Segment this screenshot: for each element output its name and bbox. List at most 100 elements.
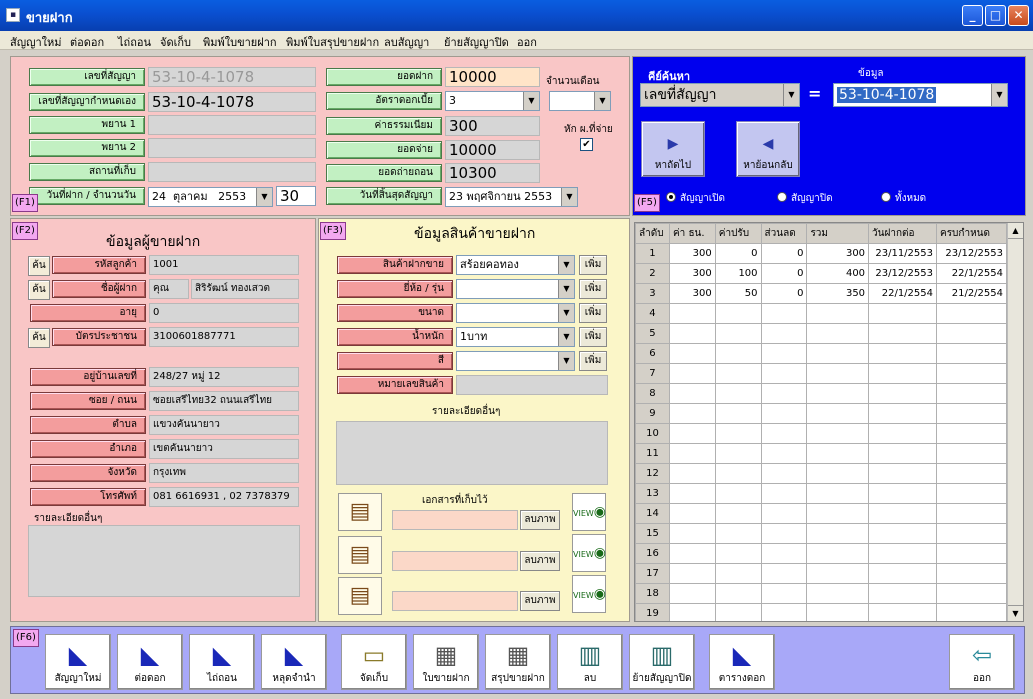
- table-cell[interactable]: [806, 503, 870, 524]
- table-cell[interactable]: [668, 583, 716, 604]
- table-cell[interactable]: [868, 463, 937, 484]
- new-contract-button[interactable]: ◣ สัญญาใหม่: [45, 634, 111, 690]
- table-cell[interactable]: [806, 463, 870, 484]
- table-cell[interactable]: [760, 303, 808, 324]
- search-value-combo[interactable]: 53-10-4-1078 ▼: [833, 83, 1008, 107]
- table-cell[interactable]: [806, 343, 870, 364]
- table-cell[interactable]: [936, 563, 1007, 584]
- menu-renew[interactable]: ต่อดอก: [70, 33, 104, 51]
- delete-image1-button[interactable]: ลบภาพ: [520, 510, 560, 530]
- storage-location-field[interactable]: [148, 162, 316, 182]
- table-cell[interactable]: 23/11/2553: [868, 243, 937, 264]
- filter-all-radio[interactable]: ทั้งหมด: [881, 191, 926, 206]
- table-cell[interactable]: [714, 443, 762, 464]
- table-cell[interactable]: 0: [714, 243, 762, 264]
- search-customer-code-button[interactable]: ค้น: [28, 256, 50, 276]
- table-cell[interactable]: [806, 303, 870, 324]
- chevron-down-icon[interactable]: ▼: [594, 92, 610, 110]
- table-cell[interactable]: 22/1/2554: [936, 263, 1007, 284]
- table-cell[interactable]: [868, 443, 937, 464]
- table-cell[interactable]: 300: [668, 243, 716, 264]
- table-row[interactable]: 18: [635, 583, 1007, 604]
- print-receipt-button[interactable]: ▦ ใบขายฝาก: [413, 634, 479, 690]
- table-cell[interactable]: 0: [760, 283, 808, 304]
- product-other-textarea[interactable]: [336, 421, 608, 485]
- payment-grid[interactable]: ลำดับ ค่า ธน. ค่าปรับ ส่วนลด รวม วันฝากต่อ ครบ…: [634, 222, 1024, 622]
- table-cell[interactable]: [868, 403, 937, 424]
- row-number-cell[interactable]: 15: [635, 523, 670, 544]
- menu-delete-contract[interactable]: ลบสัญญา: [384, 33, 429, 51]
- search-field-combo[interactable]: เลขที่สัญญา ▼: [640, 83, 800, 107]
- grid-scrollbar[interactable]: ▲ ▼: [1007, 223, 1023, 621]
- minimize-button[interactable]: _: [962, 5, 983, 26]
- serial-field[interactable]: [456, 375, 608, 395]
- table-row[interactable]: 5: [635, 323, 1007, 344]
- chevron-down-icon[interactable]: ▼: [558, 256, 574, 274]
- table-cell[interactable]: [714, 363, 762, 384]
- table-cell[interactable]: [668, 423, 716, 444]
- menu-new-contract[interactable]: สัญญาใหม่: [10, 33, 62, 51]
- table-cell[interactable]: [936, 603, 1007, 621]
- search-id-card-button[interactable]: ค้น: [28, 328, 50, 348]
- table-cell[interactable]: [936, 383, 1007, 404]
- table-cell[interactable]: 0: [760, 243, 808, 264]
- redeem-amount-field[interactable]: 10300: [445, 163, 540, 183]
- table-cell[interactable]: [936, 303, 1007, 324]
- table-cell[interactable]: [806, 423, 870, 444]
- deposit-date-combo[interactable]: 24 ตุลาคม 2553 ▼: [148, 187, 273, 207]
- table-cell[interactable]: 23/12/2553: [868, 263, 937, 284]
- table-cell[interactable]: [760, 383, 808, 404]
- table-cell[interactable]: 300: [806, 243, 870, 264]
- table-cell[interactable]: [714, 603, 762, 621]
- menu-print-summary[interactable]: พิมพ์ใบสรุปขายฝาก: [286, 33, 379, 51]
- scroll-down-icon[interactable]: ▼: [1008, 605, 1023, 621]
- table-cell[interactable]: [714, 563, 762, 584]
- deposit-field[interactable]: 10000: [445, 67, 540, 87]
- table-cell[interactable]: [868, 383, 937, 404]
- row-number-cell[interactable]: 5: [635, 323, 670, 344]
- redeem-button[interactable]: ◣ ไถ่ถอน: [189, 634, 255, 690]
- table-cell[interactable]: [760, 523, 808, 544]
- table-cell[interactable]: [936, 323, 1007, 344]
- scroll-up-icon[interactable]: ▲: [1008, 223, 1023, 239]
- view-eye-icon[interactable]: VIEW◉: [572, 534, 606, 572]
- table-row[interactable]: 15: [635, 523, 1007, 544]
- grid-header-cell[interactable]: ส่วนลด: [760, 223, 808, 244]
- witness1-field[interactable]: [148, 115, 316, 135]
- table-cell[interactable]: [760, 483, 808, 504]
- add-item-button[interactable]: เพิ่ม: [579, 255, 607, 275]
- table-cell[interactable]: [868, 343, 937, 364]
- delete-button[interactable]: ▥ ลบ: [557, 634, 623, 690]
- table-cell[interactable]: 350: [806, 283, 870, 304]
- table-cell[interactable]: [714, 323, 762, 344]
- table-cell[interactable]: [868, 423, 937, 444]
- menu-exit[interactable]: ออก: [517, 33, 537, 51]
- move-closed-button[interactable]: ▥ ย้ายสัญญาปิด: [629, 634, 695, 690]
- name-prefix-field[interactable]: คุณ: [149, 279, 189, 299]
- table-cell[interactable]: [806, 443, 870, 464]
- table-cell[interactable]: 300: [668, 283, 716, 304]
- table-cell[interactable]: 23/12/2553: [936, 243, 1007, 264]
- folder-icon[interactable]: ▤: [338, 493, 382, 531]
- row-number-cell[interactable]: 7: [635, 363, 670, 384]
- row-number-cell[interactable]: 8: [635, 383, 670, 404]
- filter-closed-radio[interactable]: สัญญาปิด: [777, 191, 833, 206]
- deduct-checkbox[interactable]: ✔: [580, 138, 593, 151]
- view-eye-icon[interactable]: VIEW◉: [572, 575, 606, 613]
- row-number-cell[interactable]: 12: [635, 463, 670, 484]
- grid-header-cell[interactable]: รวม: [806, 223, 870, 244]
- row-number-cell[interactable]: 9: [635, 403, 670, 424]
- table-cell[interactable]: [936, 443, 1007, 464]
- row-number-cell[interactable]: 4: [635, 303, 670, 324]
- row-number-cell[interactable]: 13: [635, 483, 670, 504]
- table-cell[interactable]: [868, 483, 937, 504]
- menu-redeem[interactable]: ไถ่ถอน: [118, 33, 151, 51]
- view-eye-icon[interactable]: VIEW◉: [572, 493, 606, 531]
- chevron-down-icon[interactable]: ▼: [991, 84, 1007, 106]
- table-cell[interactable]: [668, 303, 716, 324]
- table-cell[interactable]: 100: [714, 263, 762, 284]
- table-cell[interactable]: [936, 503, 1007, 524]
- table-row[interactable]: 17: [635, 563, 1007, 584]
- table-row[interactable]: 13: [635, 483, 1007, 504]
- chevron-down-icon[interactable]: ▼: [558, 280, 574, 298]
